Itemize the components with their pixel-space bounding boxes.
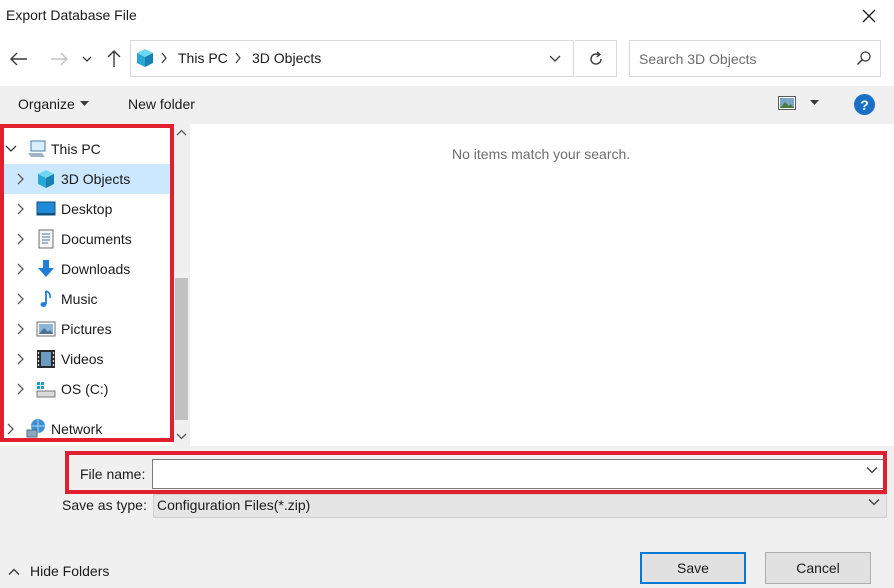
drive-icon [36,382,56,398]
recent-locations-button[interactable] [76,46,98,72]
help-button[interactable]: ? [854,94,875,115]
tree-item-os-c[interactable]: OS (C:) [0,374,172,404]
tree-label: This PC [51,141,101,157]
tree-label: 3D Objects [61,171,131,187]
chevron-right-icon[interactable] [13,322,27,336]
cube-icon [38,170,54,188]
view-icon [778,96,796,110]
cube-icon [137,49,153,67]
file-list-area[interactable] [192,124,894,446]
close-button[interactable] [856,3,882,29]
tree-label: Desktop [61,201,113,217]
hide-folders-label[interactable]: Hide Folders [30,563,109,579]
scroll-down-icon[interactable] [176,432,187,440]
tree-label: Videos [61,351,104,367]
documents-icon [38,229,54,249]
file-name-combobox[interactable] [152,459,884,489]
caret-down-icon [79,101,89,106]
tree-item-3d-objects[interactable]: 3D Objects [0,164,172,194]
tree-item-pictures[interactable]: Pictures [0,314,172,344]
file-name-label: File name: [80,466,146,482]
chevron-right-icon[interactable] [13,232,27,246]
caret-down-icon [810,100,819,105]
breadcrumb-3d-objects[interactable]: 3D Objects [252,50,321,66]
chevron-right-icon[interactable] [3,422,17,436]
save-button[interactable]: Save [640,552,746,584]
download-icon [38,260,54,277]
up-button[interactable] [101,46,127,72]
chevron-right-icon[interactable] [13,202,27,216]
tree-label: OS (C:) [61,381,109,397]
computer-icon [28,140,46,157]
file-name-input[interactable] [153,460,853,488]
chevron-down-icon[interactable] [868,498,880,506]
tree-item-network[interactable]: Network [0,414,172,444]
save-as-type-value[interactable]: Configuration Files(*.zip) [157,497,310,513]
chevron-right-icon [161,52,167,64]
chevron-right-icon[interactable] [13,292,27,306]
network-icon [26,419,45,438]
organize-label: Organize [18,96,75,112]
chevron-down-icon[interactable] [4,142,18,156]
tree-label: Network [51,421,103,437]
film-icon [37,350,55,368]
address-dropdown-button[interactable] [537,41,573,76]
music-note-icon [40,290,51,307]
chevron-down-icon[interactable] [866,466,878,474]
pictures-icon [36,321,56,337]
arrow-left-icon [10,52,27,66]
new-folder-button[interactable]: New folder [128,96,195,112]
chevron-down-icon [82,56,92,62]
arrow-right-icon [51,52,68,66]
tree-item-music[interactable]: Music [0,284,172,314]
back-button[interactable] [6,46,32,72]
tree-item-documents[interactable]: Documents [0,224,172,254]
tree-label: Downloads [61,261,131,277]
refresh-button[interactable] [575,40,617,77]
scrollbar-thumb[interactable] [175,278,188,420]
save-as-type-label: Save as type: [62,497,147,513]
organize-menu-button[interactable]: Organize [18,96,89,112]
tree-item-this-pc[interactable]: This PC [0,134,172,164]
scroll-up-icon[interactable] [176,129,187,137]
tree-item-downloads[interactable]: Downloads [0,254,172,284]
forward-button[interactable] [46,46,72,72]
refresh-icon [589,50,602,65]
chevron-right-icon[interactable] [13,382,27,396]
arrow-up-icon [107,50,121,67]
tree-label: Music [61,291,98,307]
tree-item-videos[interactable]: Videos [0,344,172,374]
close-icon [862,9,876,23]
search-input[interactable] [630,41,850,76]
empty-message: No items match your search. [452,146,631,162]
tree-label: Pictures [61,321,112,337]
cancel-button[interactable]: Cancel [765,552,871,584]
desktop-icon [36,201,56,216]
view-options-button[interactable] [778,96,819,110]
search-icon[interactable] [856,50,872,66]
search-box[interactable] [629,40,881,77]
chevron-down-icon [549,55,561,62]
chevron-right-icon[interactable] [13,262,27,276]
chevron-right-icon[interactable] [13,172,27,186]
chevron-right-icon[interactable] [13,352,27,366]
chevron-right-icon [235,52,241,64]
tree-item-desktop[interactable]: Desktop [0,194,172,224]
window-title: Export Database File [6,7,137,23]
breadcrumb-this-pc[interactable]: This PC [178,50,228,66]
tree-label: Documents [61,231,132,247]
hide-folders-button[interactable] [8,563,20,576]
chevron-up-icon [8,568,20,575]
